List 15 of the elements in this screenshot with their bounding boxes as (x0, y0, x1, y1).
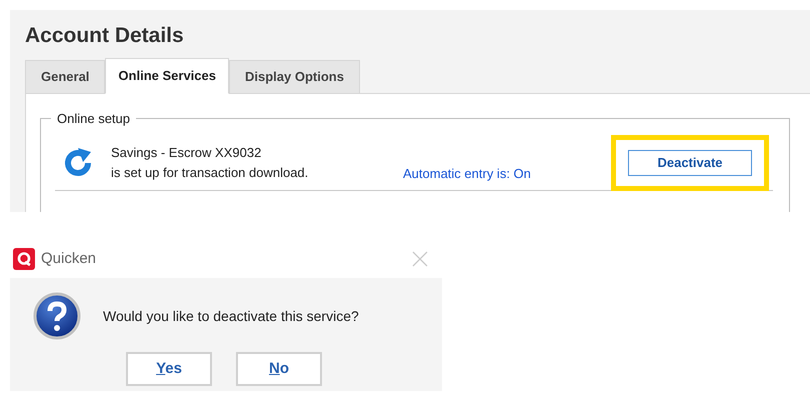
dialog-button[interactable]: Yes (126, 352, 212, 386)
automatic-entry-link[interactable]: Automatic entry is: On (403, 164, 531, 183)
deactivate-button[interactable]: Deactivate (628, 150, 752, 176)
download-status: is set up for transaction download. (111, 164, 310, 182)
dialog-button[interactable]: No (236, 352, 322, 386)
dialog-title: Quicken (41, 248, 96, 269)
question-icon (33, 292, 81, 340)
tab[interactable]: General (25, 60, 106, 94)
account-name: Savings - Escrow XX9032 (111, 144, 262, 162)
close-icon[interactable] (412, 251, 428, 267)
app-logo-icon (13, 248, 35, 270)
dialog-message: Would you like to deactivate this service? (103, 306, 359, 326)
tab[interactable]: Display Options (228, 60, 360, 94)
window-title: Account Details (25, 23, 185, 49)
tab[interactable]: Online Services (105, 58, 229, 94)
